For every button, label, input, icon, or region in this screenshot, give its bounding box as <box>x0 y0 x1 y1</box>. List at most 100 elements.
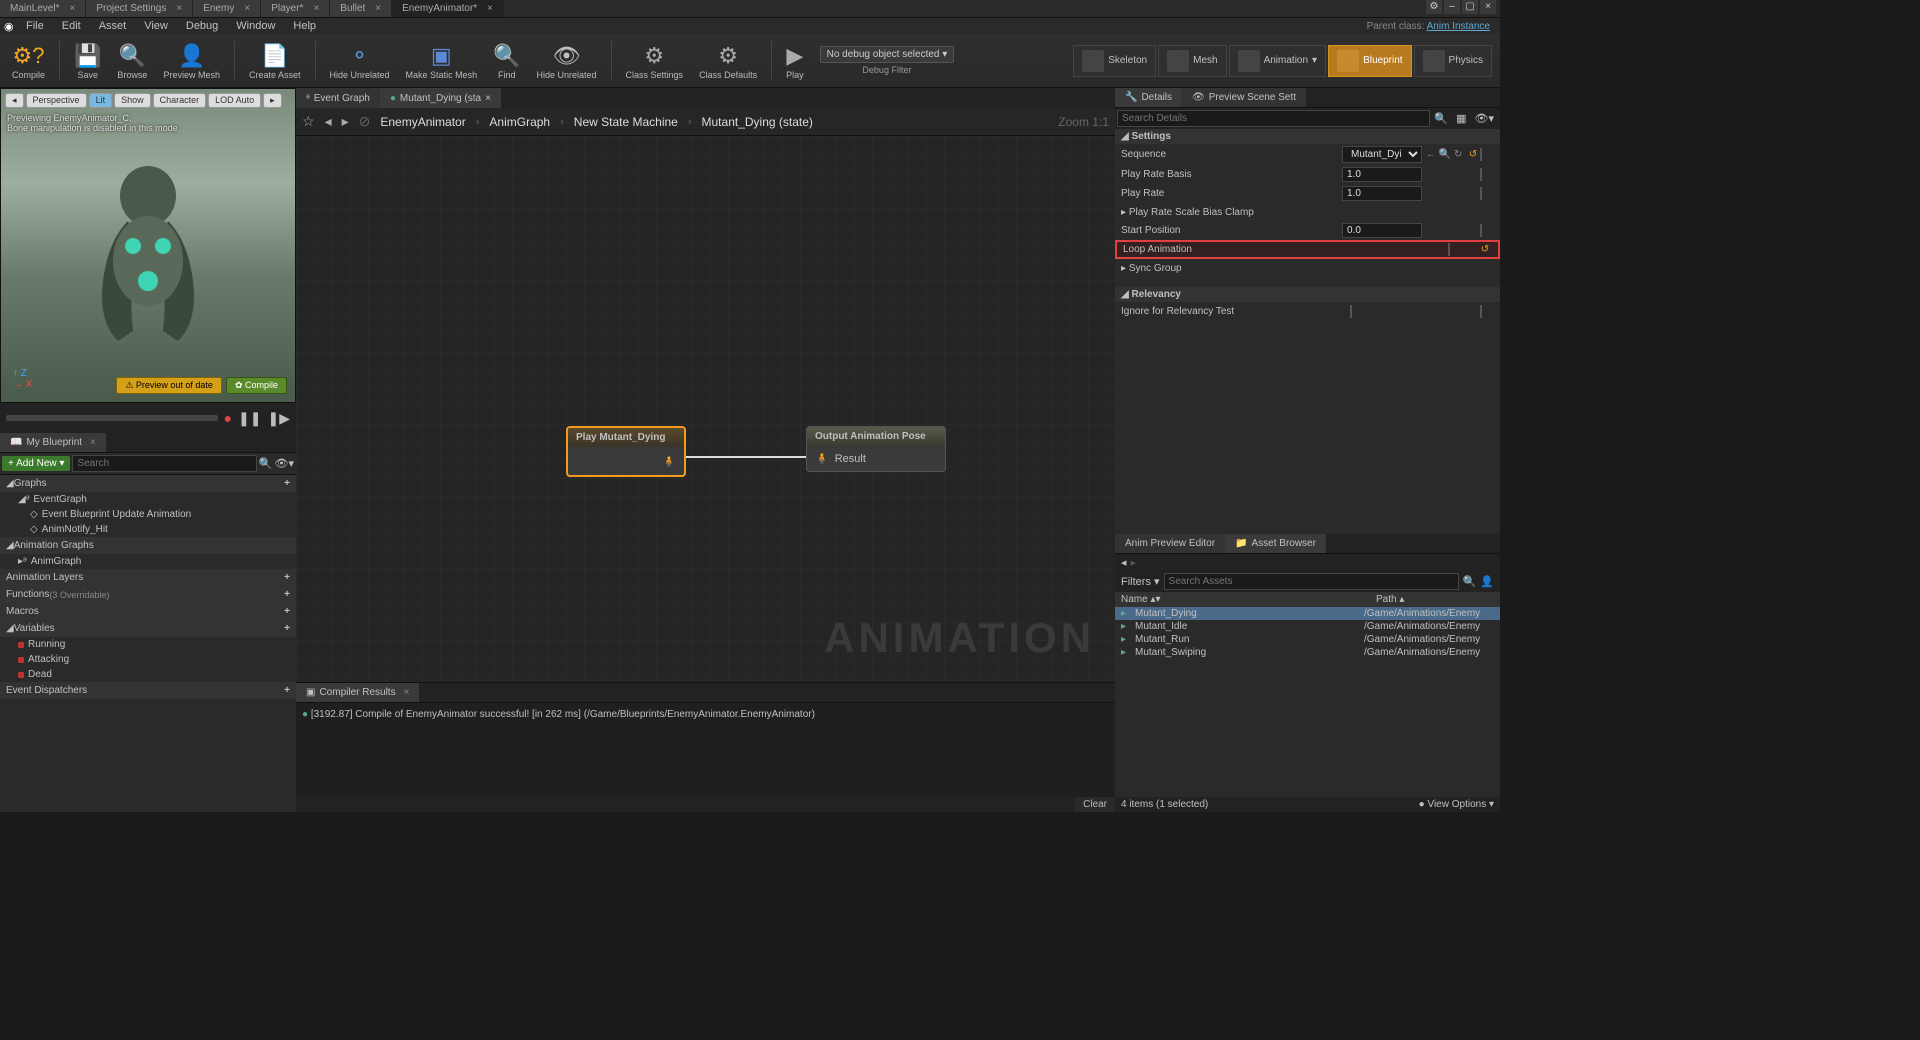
sequence-extra-icons[interactable]: ← 🔍 ↻ <box>1426 149 1466 160</box>
close-icon[interactable]: × <box>69 3 75 14</box>
graph-animnotify-hit[interactable]: ◇ AnimNotify_Hit <box>0 522 296 537</box>
section-relevancy[interactable]: ◢ Relevancy <box>1115 287 1500 302</box>
anim-preview-tab[interactable]: Anim Preview Editor <box>1115 534 1225 553</box>
plus-icon[interactable]: + <box>284 478 290 489</box>
filters-dropdown[interactable]: Filters ▾ <box>1121 575 1160 588</box>
browse-button[interactable]: 🔍Browse <box>109 40 155 82</box>
sequence-dropdown[interactable]: Mutant_Dying <box>1342 146 1422 163</box>
menu-asset[interactable]: Asset <box>91 20 135 32</box>
view-options-button[interactable]: ● View Options ▾ <box>1419 799 1494 810</box>
result-pin[interactable]: Result <box>835 453 866 465</box>
start-position-input[interactable] <box>1342 223 1422 238</box>
reset-icon[interactable]: ↺ <box>1466 149 1480 160</box>
bc-enemyanimator[interactable]: EnemyAnimator <box>380 115 465 129</box>
menu-view[interactable]: View <box>136 20 176 32</box>
menu-debug[interactable]: Debug <box>178 20 226 32</box>
forward-button[interactable]: ▸ <box>342 113 349 130</box>
chevron-down-icon[interactable]: ▾ <box>1312 55 1317 66</box>
section-anim-layers[interactable]: Animation Layers+ <box>0 569 296 586</box>
hide-unrelated-button-2[interactable]: 👁Hide Unrelated <box>528 40 604 82</box>
minimize-button[interactable]: – <box>1444 0 1460 14</box>
loop-animation-checkbox[interactable] <box>1448 243 1450 256</box>
play-rate-input[interactable] <box>1342 186 1422 201</box>
close-icon[interactable]: × <box>176 3 182 14</box>
search-icon[interactable]: 🔍 <box>259 457 273 470</box>
vp-prev-button[interactable]: ◂ <box>5 93 24 108</box>
tab-bullet[interactable]: Bullet× <box>330 0 392 17</box>
play-rate-basis-input[interactable] <box>1342 167 1422 182</box>
eye-icon[interactable]: 👁▾ <box>1471 110 1499 127</box>
menu-window[interactable]: Window <box>228 20 283 32</box>
section-macros[interactable]: Macros+ <box>0 603 296 620</box>
close-icon[interactable]: × <box>485 93 491 104</box>
plus-icon[interactable]: + <box>284 623 290 634</box>
forward-button[interactable]: ▸ <box>1131 556 1137 569</box>
pause-button[interactable]: ❚❚ <box>238 410 261 427</box>
mode-skeleton[interactable]: Skeleton <box>1073 45 1156 77</box>
my-blueprint-search[interactable] <box>72 455 256 472</box>
tab-project-settings[interactable]: Project Settings× <box>86 0 193 17</box>
tab-mainlevel[interactable]: MainLevel*× <box>0 0 86 17</box>
close-icon[interactable]: × <box>244 3 250 14</box>
reset-icon[interactable]: ↺ <box>1478 244 1492 255</box>
details-tab[interactable]: 🔧Details <box>1115 88 1182 107</box>
mode-physics[interactable]: Physics <box>1414 45 1492 77</box>
compile-button[interactable]: ⚙?Compile <box>4 40 53 82</box>
graph-tab-eventgraph[interactable]: ᵊEvent Graph <box>296 88 380 108</box>
graph-animgraph[interactable]: ▸ᵊ AnimGraph <box>0 554 296 569</box>
close-icon[interactable]: × <box>375 3 381 14</box>
find-button[interactable]: 🔍Find <box>485 40 528 82</box>
mode-blueprint[interactable]: Blueprint <box>1328 45 1411 77</box>
play-button[interactable]: ▶Play <box>778 40 812 82</box>
create-asset-button[interactable]: 📄Create Asset <box>241 40 309 82</box>
tab-enemyanimator[interactable]: EnemyAnimator*× <box>392 0 504 17</box>
compiler-results-tab[interactable]: ▣Compiler Results× <box>296 683 419 702</box>
asset-row[interactable]: ▸Mutant_Swiping/Game/Animations/Enemy <box>1115 646 1500 659</box>
menu-file[interactable]: File <box>18 20 52 32</box>
close-button[interactable]: × <box>1480 0 1496 14</box>
col-path[interactable]: Path ▴ <box>1370 592 1500 607</box>
maximize-button[interactable]: ▢ <box>1462 0 1478 14</box>
section-dispatchers[interactable]: Event Dispatchers+ <box>0 682 296 699</box>
preview-out-of-date-badge[interactable]: ⚠ Preview out of date <box>116 377 222 394</box>
plus-icon[interactable]: + <box>284 606 290 617</box>
pin-checkbox[interactable] <box>1480 187 1482 200</box>
row-play-rate-clamp[interactable]: ▸ Play Rate Scale Bias Clamp <box>1115 203 1500 221</box>
vp-show-button[interactable]: Show <box>114 93 151 108</box>
ignore-relevancy-checkbox[interactable] <box>1350 305 1352 318</box>
plus-icon[interactable]: + <box>284 572 290 583</box>
debug-selector[interactable]: No debug object selected ▾ Debug Filter <box>820 46 955 75</box>
asset-search[interactable] <box>1164 573 1459 590</box>
save-button[interactable]: 💾Save <box>66 40 109 82</box>
section-graphs[interactable]: ◢Graphs+ <box>0 475 296 492</box>
vp-character-button[interactable]: Character <box>153 93 207 108</box>
close-icon[interactable]: × <box>487 3 493 14</box>
vp-perspective-button[interactable]: Perspective <box>26 93 87 108</box>
tab-enemy[interactable]: Enemy× <box>193 0 261 17</box>
tab-player[interactable]: Player*× <box>261 0 330 17</box>
section-settings[interactable]: ◢ Settings <box>1115 129 1500 144</box>
bc-mutant-dying[interactable]: Mutant_Dying (state) <box>702 115 813 129</box>
preview-viewport[interactable]: ◂ Perspective Lit Show Character LOD Aut… <box>0 88 296 403</box>
bc-state-machine[interactable]: New State Machine <box>574 115 678 129</box>
preview-scene-tab[interactable]: 👁Preview Scene Sett <box>1182 88 1306 107</box>
menu-help[interactable]: Help <box>285 20 324 32</box>
var-running[interactable]: Running <box>0 637 296 652</box>
back-button[interactable]: ◂ <box>325 113 332 130</box>
favorite-icon[interactable]: ☆ <box>302 113 315 130</box>
asset-browser-tab[interactable]: 📁Asset Browser <box>1225 534 1326 553</box>
vp-lit-button[interactable]: Lit <box>89 93 113 108</box>
pin-checkbox[interactable] <box>1480 224 1482 237</box>
pin-checkbox[interactable] <box>1480 148 1482 161</box>
user-icon[interactable]: 👤 <box>1480 575 1494 588</box>
parent-class-link[interactable]: Anim Instance <box>1427 21 1490 32</box>
grid-icon[interactable]: ▦ <box>1452 110 1470 127</box>
close-icon[interactable]: × <box>404 687 410 698</box>
node-output-pose[interactable]: Output Animation Pose 🧍Result <box>806 426 946 472</box>
menu-edit[interactable]: Edit <box>54 20 89 32</box>
mode-animation[interactable]: Animation▾ <box>1229 45 1327 77</box>
close-icon[interactable]: × <box>313 3 319 14</box>
var-attacking[interactable]: Attacking <box>0 652 296 667</box>
section-functions[interactable]: Functions (3 Overridable)+ <box>0 586 296 603</box>
class-settings-button[interactable]: ⚙Class Settings <box>618 40 692 82</box>
